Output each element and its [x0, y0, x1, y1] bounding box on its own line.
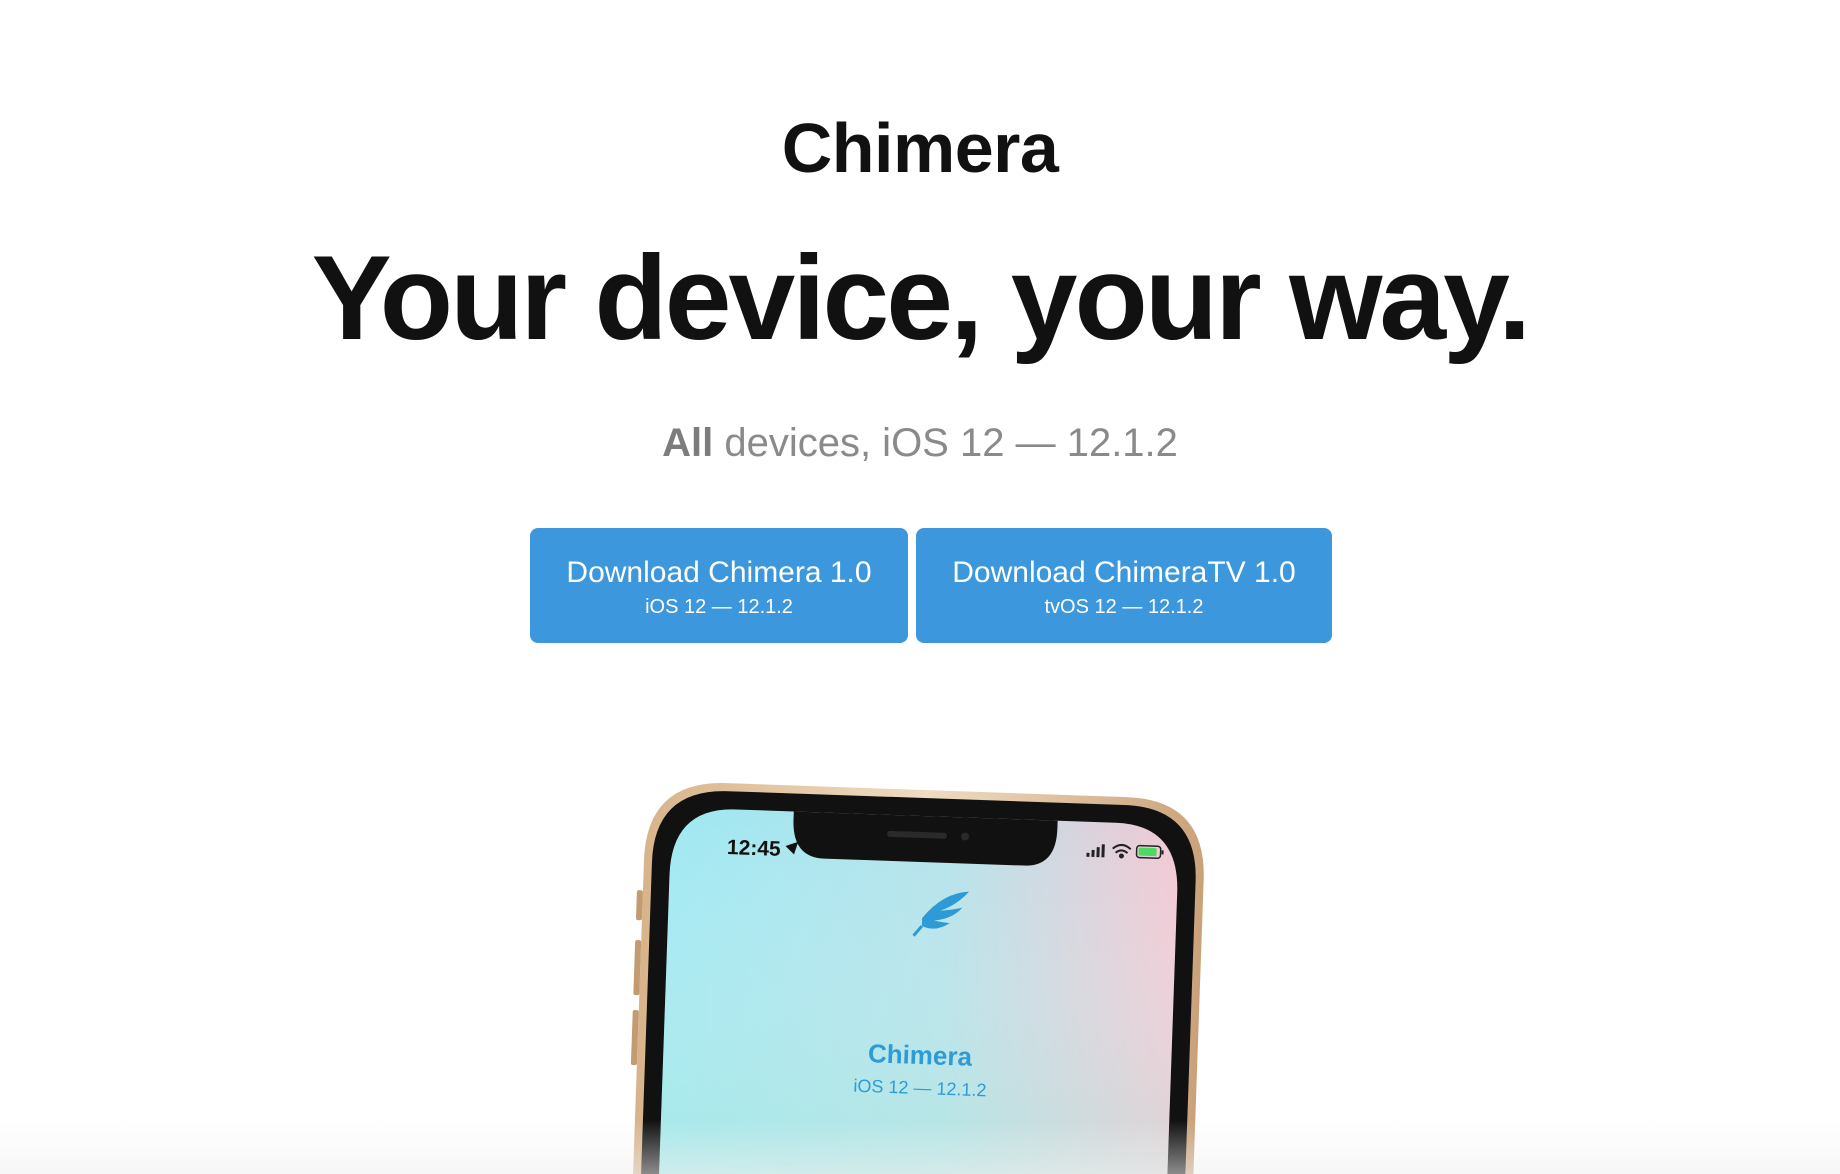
download-chimera-button[interactable]: Download Chimera 1.0 iOS 12 — 12.1.2 — [530, 528, 908, 643]
download-chimeratv-label: Download ChimeraTV 1.0 — [952, 556, 1296, 589]
phone-illustration — [630, 783, 1204, 1174]
download-chimera-label: Download Chimera 1.0 — [566, 556, 872, 589]
download-chimera-version: iOS 12 — 12.1.2 — [645, 596, 793, 618]
subtitle-emphasis: All — [662, 421, 714, 465]
hero-headline: Your device, your way. — [311, 231, 1532, 365]
subtitle-text: devices, iOS 12 — 12.1.2 — [713, 421, 1178, 465]
phone-mockup: 12:45 Chimera iOS 12 — 12.1.2 — [620, 780, 1220, 1174]
phone-time: 12:45 — [726, 836, 782, 861]
download-chimeratv-button[interactable]: Download ChimeraTV 1.0 tvOS 12 — 12.1.2 — [916, 528, 1332, 643]
brand-title: Chimera — [781, 109, 1059, 187]
download-chimeratv-version: tvOS 12 — 12.1.2 — [1044, 596, 1204, 618]
hero-subtitle: All devices, iOS 12 — 12.1.2 — [0, 418, 1840, 468]
phone-notch — [793, 811, 1058, 866]
